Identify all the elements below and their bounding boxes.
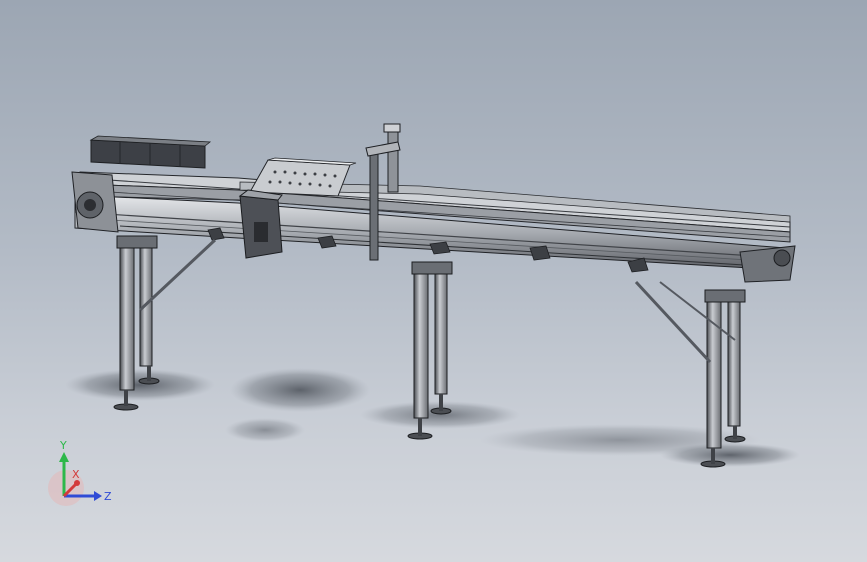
z-axis-label: Z bbox=[104, 490, 112, 503]
z-axis-arrowhead bbox=[94, 491, 102, 501]
tail-pulley bbox=[739, 245, 796, 283]
perforated-hopper bbox=[249, 157, 357, 197]
x-axis-label: X bbox=[72, 468, 80, 481]
gearbox bbox=[238, 189, 283, 259]
model-viewport[interactable]: Y Z X bbox=[0, 0, 867, 562]
y-axis-label: Y bbox=[59, 439, 67, 452]
y-axis-arrowhead bbox=[59, 452, 69, 462]
top-motor-box bbox=[89, 135, 212, 169]
floor-shadows bbox=[65, 368, 800, 467]
orientation-triad: Y Z X bbox=[44, 438, 124, 518]
drive-head bbox=[71, 171, 119, 233]
conveyor-model-drawing[interactable] bbox=[0, 0, 867, 562]
